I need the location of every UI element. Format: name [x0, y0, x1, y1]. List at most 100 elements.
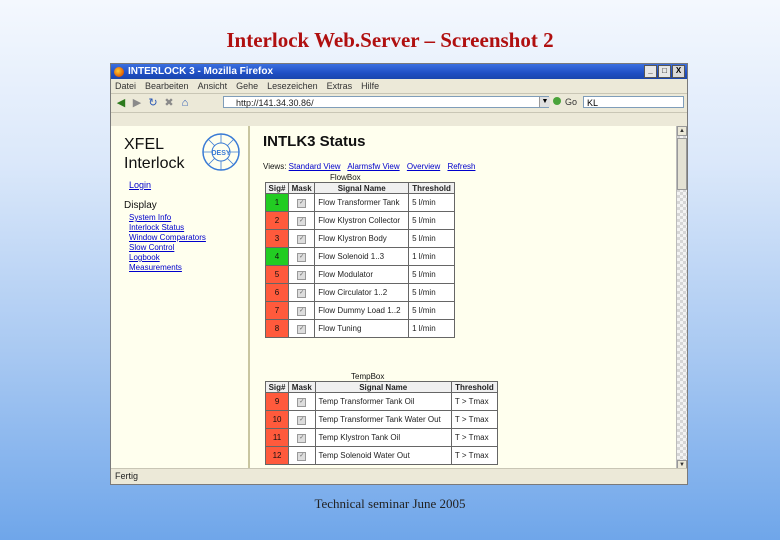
views-label: Views:	[263, 162, 287, 171]
go-button[interactable]: Go	[565, 97, 577, 107]
navigation-toolbar: ◀ ▶ ↻ ✖ ⌂ http://141.34.30.86/ ▼ Go KL	[111, 94, 687, 113]
signal-number-cell: 9	[264, 392, 290, 411]
signal-number-cell: 8	[264, 319, 290, 338]
tempbox-label: TempBox	[351, 372, 385, 381]
reload-icon[interactable]: ↻	[147, 97, 159, 109]
signal-number-cell: 6	[264, 283, 290, 302]
mask-checkbox[interactable]: ✓	[297, 398, 307, 407]
nav-system-info[interactable]: System Info	[129, 213, 206, 223]
threshold-cell: 5 l/min	[408, 211, 455, 230]
url-dropdown-icon[interactable]: ▼	[539, 97, 550, 107]
column-header: Sig#	[264, 381, 290, 393]
view-alarm-link[interactable]: Alarmsfw View	[347, 162, 399, 171]
mask-checkbox[interactable]: ✓	[297, 217, 307, 226]
mask-checkbox[interactable]: ✓	[297, 452, 307, 461]
status-bar: Fertig	[111, 468, 687, 484]
view-standard-link[interactable]: Standard View	[289, 162, 341, 171]
refresh-link[interactable]: Refresh	[447, 162, 475, 171]
table-row: 1 ✓ Flow Transformer Tank 5 l/min	[264, 193, 455, 212]
threshold-cell: 5 l/min	[408, 193, 455, 212]
firefox-icon	[114, 66, 124, 77]
signal-number-cell: 3	[264, 229, 290, 248]
mask-checkbox[interactable]: ✓	[297, 253, 307, 262]
search-input[interactable]: KL	[583, 96, 684, 108]
go-icon[interactable]	[553, 97, 561, 105]
mask-checkbox[interactable]: ✓	[297, 307, 307, 316]
mask-checkbox[interactable]: ✓	[297, 289, 307, 298]
minimize-button[interactable]: _	[644, 65, 657, 78]
signal-number-cell: 10	[264, 410, 290, 429]
mask-cell: ✓	[288, 410, 316, 429]
menu-bar: Datei Bearbeiten Ansicht Gehe Lesezeiche…	[111, 79, 687, 94]
mask-checkbox[interactable]: ✓	[297, 199, 307, 208]
mask-checkbox[interactable]: ✓	[297, 416, 307, 425]
table-row: 2 ✓ Flow Klystron Collector 5 l/min	[264, 211, 455, 230]
nav-window-comparators[interactable]: Window Comparators	[129, 233, 206, 243]
window-titlebar[interactable]: INTERLOCK 3 - Mozilla Firefox _ □ X	[111, 64, 687, 79]
menu-lesezeichen[interactable]: Lesezeichen	[267, 81, 318, 91]
home-icon[interactable]: ⌂	[179, 97, 191, 109]
mask-checkbox[interactable]: ✓	[297, 271, 307, 280]
threshold-cell: 5 l/min	[408, 229, 455, 248]
menu-ansicht[interactable]: Ansicht	[198, 81, 228, 91]
mask-checkbox[interactable]: ✓	[297, 434, 307, 443]
table-row: 11 ✓ Temp Klystron Tank Oil T > Tmax	[264, 428, 499, 447]
nav-measurements[interactable]: Measurements	[129, 263, 206, 273]
view-overview-link[interactable]: Overview	[407, 162, 440, 171]
signal-number-cell: 4	[264, 247, 290, 266]
nav-interlock-status[interactable]: Interlock Status	[129, 223, 206, 233]
table-row: 7 ✓ Flow Dummy Load 1..2 5 l/min	[264, 301, 455, 320]
signal-number-cell: 2	[264, 211, 290, 230]
window-title: INTERLOCK 3 - Mozilla Firefox	[128, 66, 274, 77]
browser-window: INTERLOCK 3 - Mozilla Firefox _ □ X Date…	[110, 63, 688, 485]
mask-cell: ✓	[288, 247, 316, 266]
menu-bearbeiten[interactable]: Bearbeiten	[145, 81, 189, 91]
column-header: Mask	[288, 381, 316, 393]
column-header: Sig#	[264, 182, 290, 194]
threshold-cell: 1 l/min	[408, 319, 455, 338]
table-row: 5 ✓ Flow Modulator 5 l/min	[264, 265, 455, 284]
vertical-scrollbar[interactable]: ▲ ▼	[676, 126, 687, 470]
scrollbar-thumb[interactable]	[677, 138, 687, 190]
mask-cell: ✓	[288, 211, 316, 230]
menu-gehe[interactable]: Gehe	[236, 81, 258, 91]
threshold-cell: T > Tmax	[450, 428, 499, 447]
maximize-button[interactable]: □	[658, 65, 671, 78]
menu-extras[interactable]: Extras	[327, 81, 353, 91]
menu-hilfe[interactable]: Hilfe	[361, 81, 379, 91]
signal-name-cell: Flow Dummy Load 1..2	[314, 301, 410, 320]
table-row: 9 ✓ Temp Transformer Tank Oil T > Tmax	[264, 392, 499, 411]
stop-icon[interactable]: ✖	[163, 97, 175, 109]
menu-datei[interactable]: Datei	[115, 81, 136, 91]
mask-cell: ✓	[288, 392, 316, 411]
signal-name-cell: Flow Modulator	[314, 265, 410, 284]
mask-cell: ✓	[288, 446, 316, 465]
mask-checkbox[interactable]: ✓	[297, 235, 307, 244]
left-sidebar: XFEL Interlock DESY Login Display System…	[111, 126, 250, 470]
flowbox-rows: 1 ✓ Flow Transformer Tank 5 l/min 2 ✓ Flow Kly…	[264, 193, 455, 338]
column-header: Signal Name	[314, 381, 452, 393]
views-row: Views: Standard View Alarmsfw View Overv…	[263, 162, 480, 171]
nav-logbook[interactable]: Logbook	[129, 253, 206, 263]
scroll-up-icon[interactable]: ▲	[677, 126, 687, 136]
back-arrow-icon[interactable]: ◀	[115, 97, 127, 109]
mask-cell: ✓	[288, 428, 316, 447]
url-input[interactable]: http://141.34.30.86/	[223, 96, 549, 108]
desy-logo: DESY	[202, 133, 240, 171]
signal-name-cell: Flow Circulator 1..2	[314, 283, 410, 302]
column-header: Mask	[288, 182, 316, 194]
nav-slow-control[interactable]: Slow Control	[129, 243, 206, 253]
signal-number-cell: 7	[264, 301, 290, 320]
main-panel: INTLK3 Status Views: Standard View Alarm…	[261, 126, 677, 470]
signal-name-cell: Temp Solenoid Water Out	[314, 446, 452, 465]
forward-arrow-icon[interactable]: ▶	[131, 97, 143, 109]
threshold-cell: 5 l/min	[408, 283, 455, 302]
login-link[interactable]: Login	[129, 180, 151, 190]
tempbox-table: Sig# Mask Signal Name Threshold 9 ✓ Temp T…	[264, 381, 499, 465]
mask-checkbox[interactable]: ✓	[297, 325, 307, 334]
close-button[interactable]: X	[672, 65, 685, 78]
page-title: INTLK3 Status	[263, 133, 366, 150]
signal-number-cell: 11	[264, 428, 290, 447]
signal-name-cell: Temp Klystron Tank Oil	[314, 428, 452, 447]
display-heading: Display	[124, 200, 157, 211]
